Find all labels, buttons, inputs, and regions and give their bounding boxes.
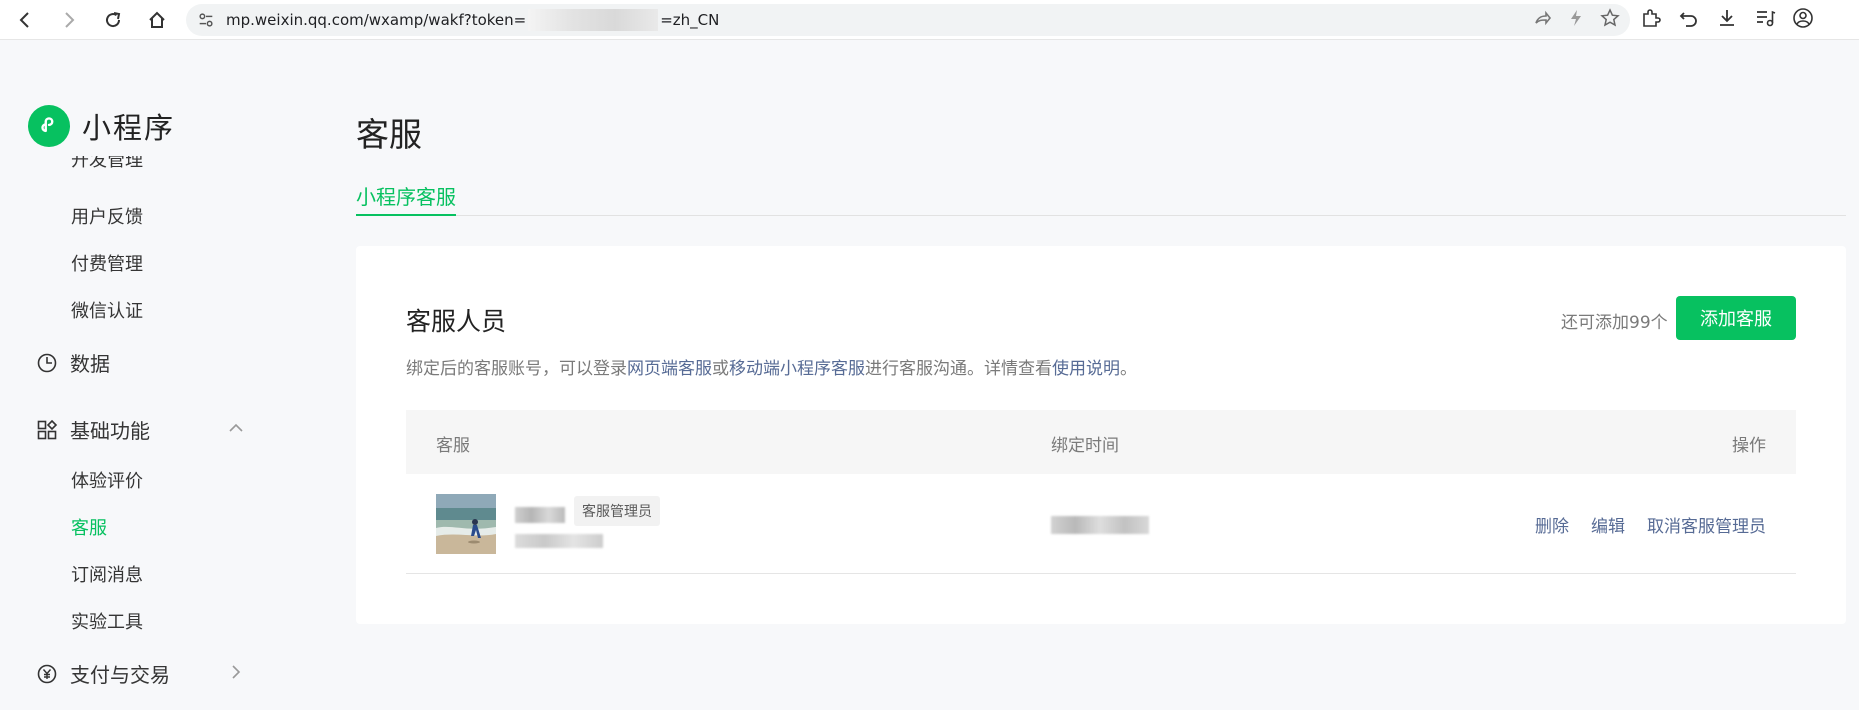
redacted-account-id [515, 534, 603, 548]
desc-text-3: 进行客服沟通。详情查看 [865, 359, 1052, 379]
sidebar-item-wechat-verify[interactable]: 微信认证 [71, 297, 143, 323]
sidebar-item-user-feedback[interactable]: 用户反馈 [71, 203, 143, 229]
tab-active-indicator [356, 214, 456, 216]
sidebar-group-label: 支付与交易 [70, 663, 170, 687]
sidebar-group-label: 基础功能 [70, 419, 150, 443]
chevron-up-icon[interactable] [227, 419, 245, 437]
sidebar-item-lab-tools[interactable]: 实验工具 [71, 608, 143, 634]
table-header: 客服 绑定时间 操作 [406, 410, 1796, 474]
avatar [436, 494, 496, 554]
sidebar-item-experience-review[interactable]: 体验评价 [71, 467, 143, 493]
column-service: 客服 [436, 436, 470, 456]
site-settings-icon[interactable] [186, 4, 226, 36]
logo-text: 小程序 [82, 111, 176, 145]
sidebar-item-customer-service[interactable]: 客服 [71, 514, 107, 540]
yuan-icon [37, 664, 57, 683]
sidebar-item-label: 开发管理 [71, 156, 143, 171]
share-icon[interactable] [1532, 8, 1552, 32]
sidebar-group-payment[interactable]: 支付与交易 [36, 659, 170, 688]
row-operations: 删除 编辑 取消客服管理员 [1535, 512, 1766, 537]
usage-guide-link[interactable]: 使用说明 [1052, 359, 1120, 379]
sidebar-group-label: 数据 [70, 352, 110, 376]
url-text: mp.weixin.qq.com/wxamp/wakf?token= =zh_C… [226, 9, 719, 31]
back-icon[interactable] [4, 0, 46, 40]
mobile-service-link[interactable]: 移动端小程序客服 [729, 359, 865, 379]
card-description: 绑定后的客服账号，可以登录网页端客服或移动端小程序客服进行客服沟通。详情查看使用… [406, 354, 1137, 379]
lightning-icon[interactable] [1566, 8, 1586, 32]
sidebar-item-payment-manage[interactable]: 付费管理 [71, 250, 143, 276]
forward-icon[interactable] [48, 0, 90, 40]
table-row: 客服管理员 删除 编辑 取消客服管理员 [406, 474, 1796, 574]
pie-chart-icon [37, 353, 57, 372]
profile-icon[interactable] [1792, 7, 1814, 33]
desc-text-2: 或 [712, 359, 729, 379]
add-service-button[interactable]: 添加客服 [1676, 296, 1796, 340]
address-bar[interactable]: mp.weixin.qq.com/wxamp/wakf?token= =zh_C… [186, 4, 1630, 36]
sidebar-item-dev-manage[interactable]: 开发管理 [71, 156, 191, 176]
tab-mini-program-service[interactable]: 小程序客服 [356, 181, 456, 210]
card-title: 客服人员 [406, 307, 507, 336]
column-bind-time: 绑定时间 [1051, 436, 1119, 456]
chevron-right-icon[interactable] [227, 663, 245, 681]
grid-icon [37, 419, 58, 439]
desc-text-4: 。 [1120, 359, 1137, 379]
url-suffix: =zh_CN [660, 11, 720, 29]
star-icon[interactable] [1600, 8, 1620, 32]
redacted-bind-time [1051, 516, 1149, 534]
sidebar-group-basic[interactable]: 基础功能 [36, 415, 150, 444]
web-service-link[interactable]: 网页端客服 [627, 359, 712, 379]
remaining-count: 还可添加99个 [1561, 313, 1668, 333]
browser-toolbar: mp.weixin.qq.com/wxamp/wakf?token= =zh_C… [0, 0, 1859, 40]
tab-divider [356, 215, 1846, 216]
service-staff-card: 客服人员 绑定后的客服账号，可以登录网页端客服或移动端小程序客服进行客服沟通。详… [356, 246, 1846, 624]
page-title: 客服 [356, 115, 422, 154]
redacted-nickname [515, 507, 565, 523]
extensions-icon[interactable] [1640, 7, 1662, 33]
admin-badge: 客服管理员 [574, 496, 660, 526]
desc-text-1: 绑定后的客服账号，可以登录 [406, 359, 627, 379]
reload-icon[interactable] [92, 0, 134, 40]
download-icon[interactable] [1716, 7, 1738, 33]
delete-link[interactable]: 删除 [1535, 512, 1569, 537]
mini-program-logo-icon [28, 105, 70, 147]
media-icon[interactable] [1754, 7, 1776, 33]
cancel-admin-link[interactable]: 取消客服管理员 [1647, 512, 1766, 537]
home-icon[interactable] [136, 0, 178, 40]
column-operations: 操作 [1732, 436, 1766, 456]
url-prefix: mp.weixin.qq.com/wxamp/wakf?token= [226, 11, 527, 29]
sidebar-group-data[interactable]: 数据 [36, 348, 110, 377]
sidebar-item-subscription-message[interactable]: 订阅消息 [71, 561, 143, 587]
edit-link[interactable]: 编辑 [1591, 512, 1625, 537]
mini-program-logo[interactable]: 小程序 [28, 105, 175, 147]
redacted-token [528, 9, 659, 31]
undo-icon[interactable] [1678, 7, 1700, 33]
